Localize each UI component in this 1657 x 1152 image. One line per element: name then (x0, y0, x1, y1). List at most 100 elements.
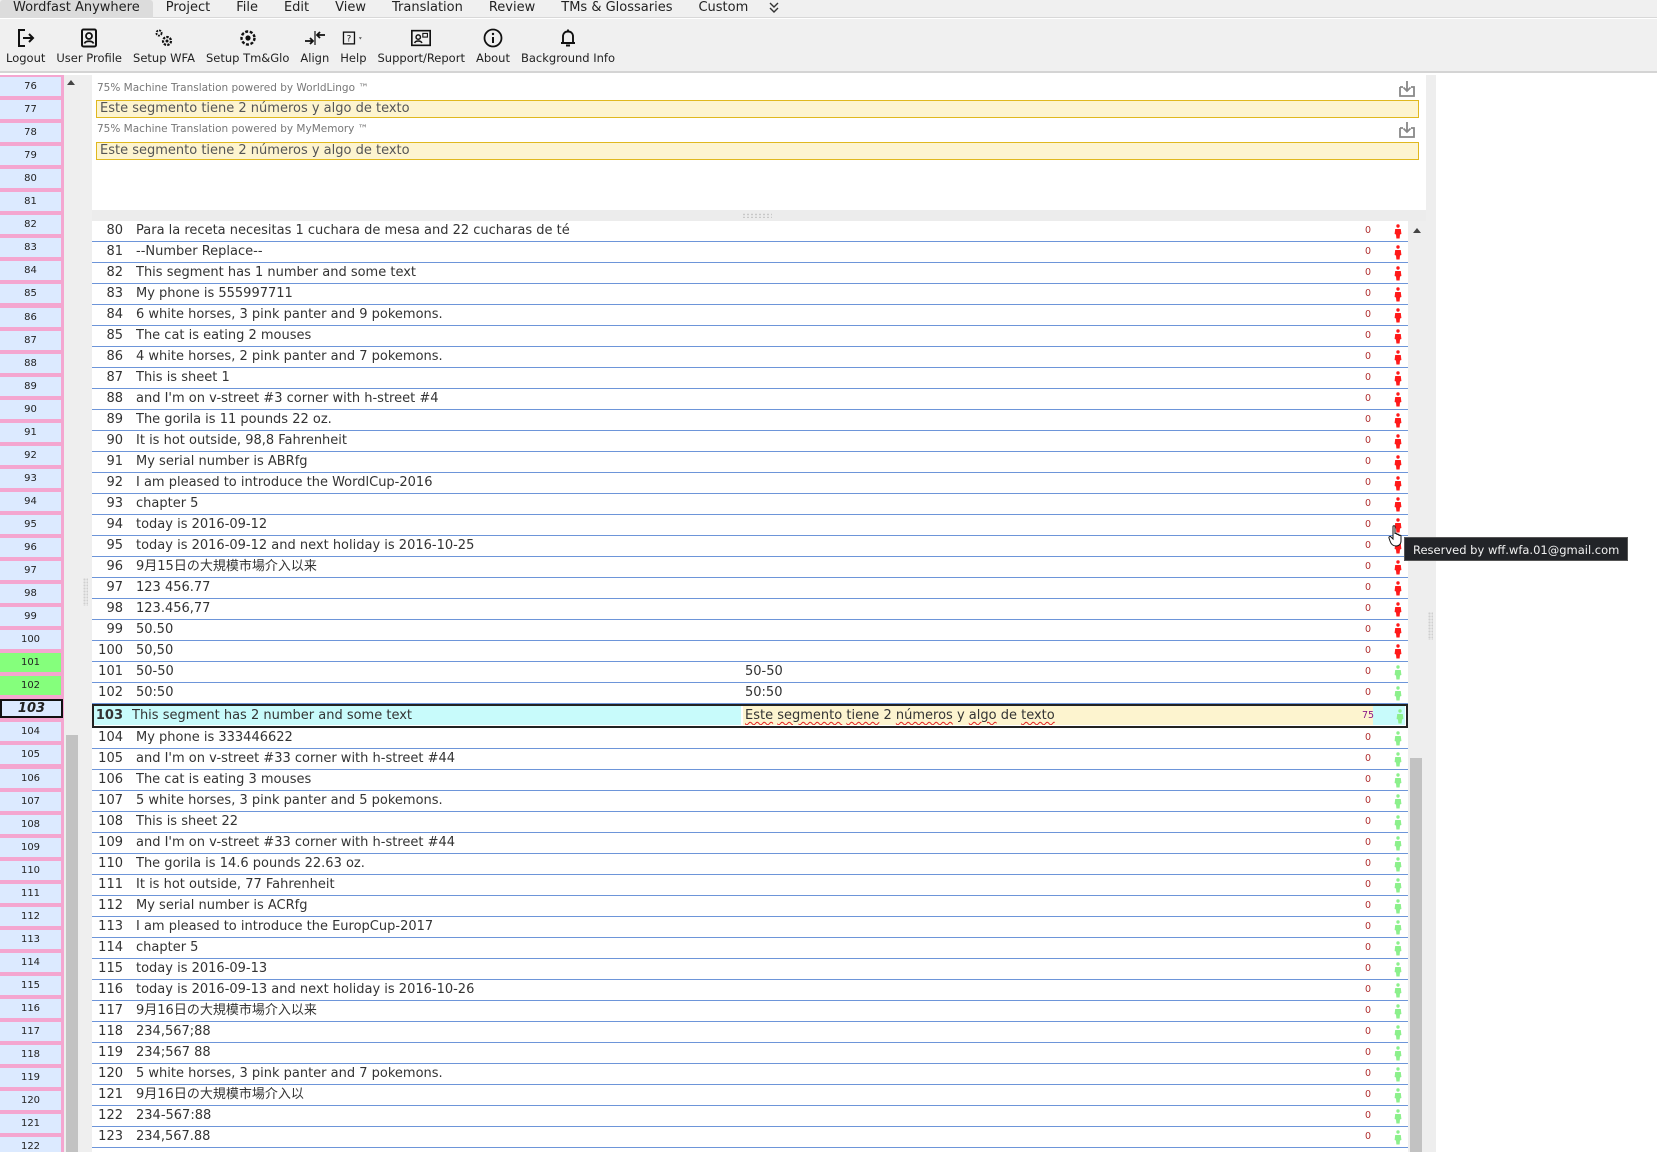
source-text[interactable]: 123.456,77 (136, 599, 696, 619)
available-person-icon[interactable] (1393, 941, 1403, 956)
available-person-icon[interactable] (1393, 1004, 1403, 1019)
available-person-icon[interactable] (1393, 773, 1403, 788)
reserved-person-icon[interactable] (1393, 644, 1403, 659)
reserved-person-icon[interactable] (1393, 497, 1403, 512)
segment-row[interactable]: 86 4 white horses, 2 pink panter and 7 po… (92, 347, 1408, 368)
segment-nav-item[interactable]: 107 (0, 791, 61, 811)
scroll-up-arrow-icon[interactable] (67, 80, 75, 85)
reserved-person-icon[interactable] (1393, 476, 1403, 491)
source-text[interactable]: 9月15日の大規模市場介入以来 (136, 557, 696, 577)
segment-nav-item[interactable]: 109 (0, 837, 61, 857)
source-text[interactable]: 9月16日の大規模市場介入以 (136, 1085, 696, 1105)
segment-row[interactable]: 82 This segment has 1 number and some tex… (92, 263, 1408, 284)
source-text[interactable]: My serial number is ABRfg (136, 452, 696, 472)
segment-nav-item[interactable]: 88 (0, 353, 61, 373)
segment-row[interactable]: 96 9月15日の大規模市場介入以来 0 (92, 557, 1408, 578)
segment-row[interactable]: 123 234,567.88 0 (92, 1127, 1408, 1148)
reserved-person-icon[interactable] (1393, 371, 1403, 386)
scrollbar-thumb[interactable] (66, 735, 78, 1152)
source-text[interactable]: 5 white horses, 3 pink panter and 5 poke… (136, 791, 696, 811)
available-person-icon[interactable] (1393, 794, 1403, 809)
segment-nav-item[interactable]: 79 (0, 146, 61, 166)
scrollbar-thumb[interactable] (1410, 758, 1422, 1152)
insert-translation-icon[interactable] (1398, 80, 1416, 98)
segment-nav-item[interactable]: 112 (0, 906, 61, 926)
source-text[interactable]: 234,567.88 (136, 1127, 696, 1147)
segment-row[interactable]: 109 and I'm on v-street #33 corner with h… (92, 833, 1408, 854)
source-text[interactable]: My serial number is ACRfg (136, 896, 696, 916)
resize-grip-icon[interactable] (83, 578, 88, 606)
segment-nav-item[interactable]: 104 (0, 722, 61, 742)
reserved-person-icon[interactable] (1393, 350, 1403, 365)
segment-nav-item[interactable]: 82 (0, 215, 61, 235)
segment-row[interactable]: 121 9月16日の大規模市場介入以 0 (92, 1085, 1408, 1106)
menu-project[interactable]: Project (153, 0, 223, 18)
setup-tm-glo-button[interactable]: Setup Tm&Glo (202, 19, 293, 65)
segment-row[interactable]: 111 It is hot outside, 77 Fahrenheit 0 (92, 875, 1408, 896)
segment-row[interactable]: 104 My phone is 333446622 0 (92, 728, 1408, 749)
reserved-person-icon[interactable] (1393, 560, 1403, 575)
available-person-icon[interactable] (1393, 1109, 1403, 1124)
segment-row[interactable]: 120 5 white horses, 3 pink panter and 7 p… (92, 1064, 1408, 1085)
segment-row[interactable]: 110 The gorila is 14.6 pounds 22.63 oz. 0 (92, 854, 1408, 875)
reserved-person-icon[interactable] (1393, 287, 1403, 302)
available-person-icon[interactable] (1393, 752, 1403, 767)
segment-nav-item[interactable]: 111 (0, 883, 61, 903)
reserved-person-icon[interactable] (1393, 266, 1403, 281)
scroll-up-arrow-icon[interactable] (1413, 228, 1421, 233)
segment-nav-item[interactable]: 120 (0, 1091, 61, 1111)
segment-row[interactable]: 92 I am pleased to introduce the WordlCup… (92, 473, 1408, 494)
mt-suggestion-worldlingo[interactable]: Este segmento tiene 2 números y algo de … (96, 100, 1419, 118)
support-report-button[interactable]: Support/Report (374, 19, 469, 65)
segment-nav-current[interactable]: 103 (0, 699, 63, 719)
reserved-person-icon[interactable] (1393, 434, 1403, 449)
segment-nav-item[interactable]: 83 (0, 238, 61, 258)
available-person-icon[interactable] (1393, 1046, 1403, 1061)
segment-nav-item[interactable]: 121 (0, 1114, 61, 1134)
segment-row[interactable]: 117 9月16日の大規模市場介入以来 0 (92, 1001, 1408, 1022)
source-text[interactable]: today is 2016-09-13 (136, 959, 696, 979)
segment-navigator-scrollbar[interactable] (64, 75, 80, 1152)
target-text[interactable]: 50-50 (745, 662, 1305, 682)
segment-row[interactable]: 89 The gorila is 11 pounds 22 oz. 0 (92, 410, 1408, 431)
segment-nav-item[interactable]: 78 (0, 123, 61, 143)
segment-row[interactable]: 91 My serial number is ABRfg 0 (92, 452, 1408, 473)
source-text[interactable]: 50:50 (136, 683, 696, 703)
segment-nav-item[interactable]: 99 (0, 607, 61, 627)
segment-nav-item[interactable]: 113 (0, 929, 61, 949)
menu-view[interactable]: View (322, 0, 379, 18)
segment-row[interactable]: 106 The cat is eating 3 mouses 0 (92, 770, 1408, 791)
available-person-icon[interactable] (1393, 899, 1403, 914)
target-text[interactable]: Este segmento tiene 2 números y algo de … (745, 706, 1305, 725)
segment-nav-item[interactable]: 117 (0, 1022, 61, 1042)
source-text[interactable]: chapter 5 (136, 938, 696, 958)
segment-row[interactable]: 102 50:50 50:50 0 (92, 683, 1408, 704)
menu-file[interactable]: File (223, 0, 271, 18)
source-text[interactable]: My phone is 555997711 (136, 284, 696, 304)
segment-nav-item[interactable]: 77 (0, 100, 61, 120)
menu-review[interactable]: Review (476, 0, 548, 18)
segment-row[interactable]: 114 chapter 5 0 (92, 938, 1408, 959)
source-text[interactable]: Para la receta necesitas 1 cuchara de me… (136, 221, 696, 241)
segment-nav-item[interactable]: 119 (0, 1068, 61, 1088)
segment-nav-item[interactable]: 106 (0, 768, 61, 788)
source-text[interactable]: 123 456.77 (136, 578, 696, 598)
help-button[interactable]: ? Help (336, 19, 370, 65)
segment-row[interactable]: 87 This is sheet 1 0 (92, 368, 1408, 389)
background-info-button[interactable]: Background Info (517, 19, 619, 65)
segment-nav-item[interactable]: 98 (0, 584, 61, 604)
source-text[interactable]: 5 white horses, 3 pink panter and 7 poke… (136, 1064, 696, 1084)
available-person-icon[interactable] (1395, 709, 1405, 724)
segment-row[interactable]: 100 50,50 0 (92, 641, 1408, 662)
segment-nav-item[interactable]: 94 (0, 491, 61, 511)
source-text[interactable]: today is 2016-09-12 and next holiday is … (136, 536, 696, 556)
menu-wordfast-anywhere[interactable]: Wordfast Anywhere (0, 0, 153, 18)
about-button[interactable]: About (472, 19, 514, 65)
resize-grip-icon[interactable] (1428, 612, 1433, 640)
segment-row[interactable]: 118 234,567;88 0 (92, 1022, 1408, 1043)
source-text[interactable]: This is sheet 22 (136, 812, 696, 832)
segment-nav-item[interactable]: 86 (0, 307, 61, 327)
available-person-icon[interactable] (1393, 878, 1403, 893)
reserved-person-icon[interactable] (1393, 308, 1403, 323)
segment-nav-item[interactable]: 108 (0, 814, 61, 834)
